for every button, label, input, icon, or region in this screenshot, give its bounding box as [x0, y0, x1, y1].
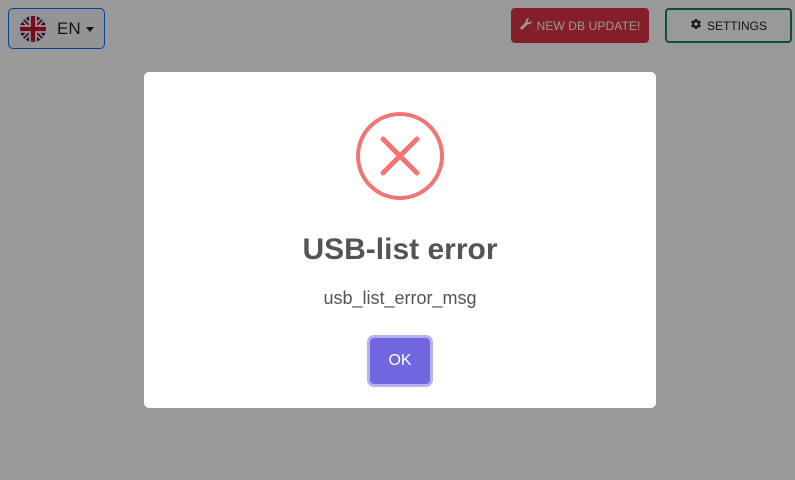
dialog-message: usb_list_error_msg [323, 288, 477, 308]
dialog-title: USB-list error [302, 233, 498, 266]
ok-button[interactable]: OK [370, 338, 430, 384]
error-dialog: USB-list error usb_list_error_msg OK [144, 72, 656, 408]
error-x-icon [356, 112, 444, 200]
